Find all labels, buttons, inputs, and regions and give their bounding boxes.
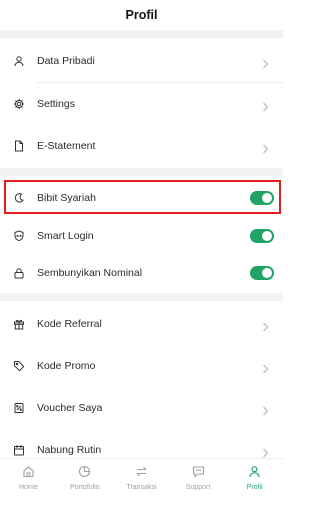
menu-item-label: E-Statement <box>37 139 96 152</box>
sembunyikan-nominal-toggle[interactable] <box>250 265 274 280</box>
bottom-tab-bar: Home Portofolio Transaksi Support Profil <box>0 458 283 512</box>
chat-bubble-icon <box>192 466 204 478</box>
highlight-box <box>4 180 281 214</box>
tab-label: Support <box>185 484 211 491</box>
smart-login-toggle[interactable] <box>250 228 274 243</box>
tab-label: Profil <box>246 484 263 491</box>
header: Profil <box>0 0 283 30</box>
tab-profil[interactable]: Profil <box>226 459 283 512</box>
tab-portofolio[interactable]: Portofolio <box>57 459 114 512</box>
menu-item-sembunyikan-nominal[interactable]: Sembunyikan Nominal <box>0 252 283 293</box>
menu-item-settings[interactable]: Settings <box>0 83 283 124</box>
tab-support[interactable]: Support <box>170 459 227 512</box>
chevron-right-icon <box>262 445 269 457</box>
page-title: Profil <box>125 8 158 22</box>
chevron-right-icon <box>262 99 269 111</box>
chevron-right-icon <box>262 56 269 68</box>
document-icon <box>13 140 25 152</box>
section-gap <box>0 168 283 176</box>
gift-icon <box>13 318 25 330</box>
section-gap <box>0 293 283 301</box>
transfer-arrows-icon <box>136 466 147 477</box>
chevron-right-icon <box>262 361 269 373</box>
menu-item-voucher-saya[interactable]: Voucher Saya <box>0 387 283 428</box>
chevron-right-icon <box>262 403 269 415</box>
toggle-knob <box>262 267 272 278</box>
gear-icon <box>13 98 25 110</box>
tab-label: Home <box>18 484 38 491</box>
tab-transaksi[interactable]: Transaksi <box>113 459 170 512</box>
tab-label: Portofolio <box>70 484 100 491</box>
menu-item-label: Nabung Rutin <box>37 443 102 456</box>
pie-chart-icon <box>79 465 91 478</box>
menu-item-label: Sembunyikan Nominal <box>37 266 143 279</box>
menu-item-kode-referral[interactable]: Kode Referral <box>0 303 283 344</box>
menu-item-label: Voucher Saya <box>37 401 103 414</box>
lock-icon <box>13 267 25 279</box>
menu-item-label: Kode Referral <box>37 317 102 330</box>
menu-item-label: Settings <box>37 97 75 110</box>
voucher-icon <box>13 402 25 414</box>
menu-item-label: Smart Login <box>37 229 94 242</box>
chevron-right-icon <box>262 141 269 153</box>
person-icon <box>13 55 25 67</box>
tab-label: Transaksi <box>126 484 157 491</box>
menu-item-label: Kode Promo <box>37 359 96 372</box>
menu-item-e-statement[interactable]: E-Statement <box>0 125 283 166</box>
menu-item-kode-promo[interactable]: Kode Promo <box>0 345 283 386</box>
menu-item-label: Data Pribadi <box>37 54 95 67</box>
person-icon <box>249 466 260 478</box>
home-icon <box>23 466 34 478</box>
tag-icon <box>13 360 25 372</box>
menu-item-data-pribadi[interactable]: Data Pribadi <box>0 40 283 81</box>
calendar-icon <box>13 444 25 456</box>
shield-icon <box>13 229 25 242</box>
section-gap <box>0 30 283 38</box>
chevron-right-icon <box>262 319 269 331</box>
tab-home[interactable]: Home <box>0 459 57 512</box>
toggle-knob <box>262 230 272 241</box>
menu-item-smart-login[interactable]: Smart Login <box>0 215 283 256</box>
